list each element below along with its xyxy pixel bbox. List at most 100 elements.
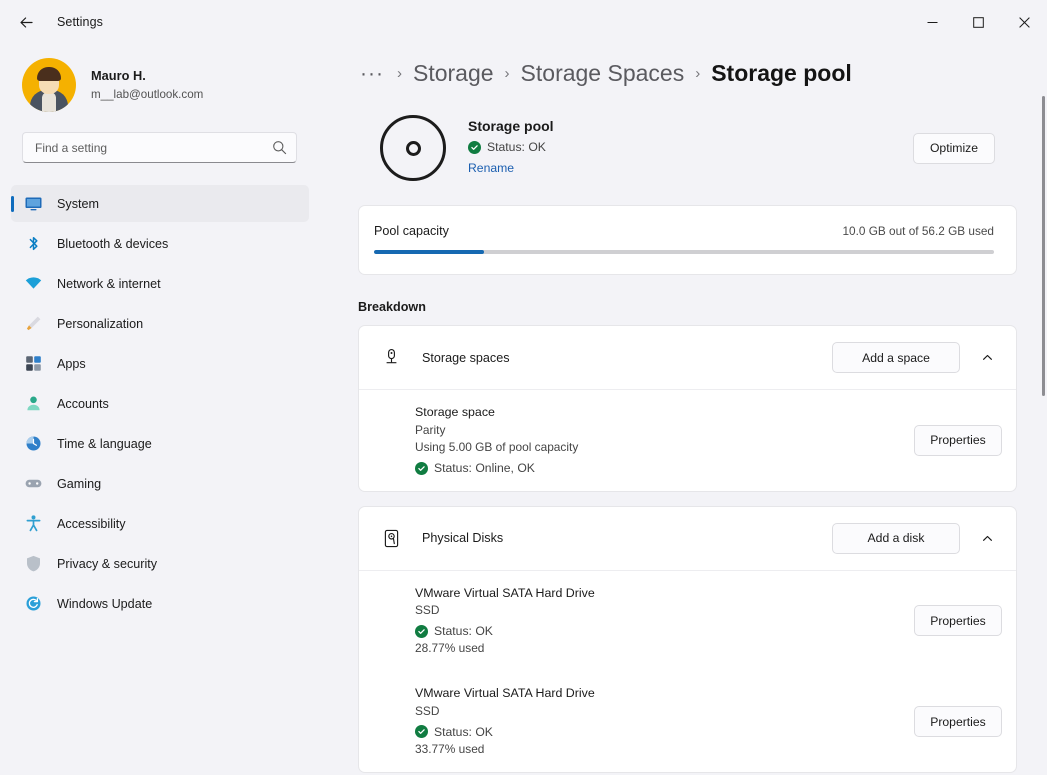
physical-disk-name: VMware Virtual SATA Hard Drive — [415, 684, 914, 703]
sidebar-item-system[interactable]: System — [11, 185, 309, 222]
account-name: Mauro H. — [91, 68, 203, 85]
physical-disk-name: VMware Virtual SATA Hard Drive — [415, 584, 914, 603]
physical-disks-collapse-toggle[interactable] — [972, 523, 1002, 553]
storage-spaces-group: Storage spaces Add a space Storage space — [358, 325, 1017, 492]
sidebar-item-network-internet[interactable]: Network & internet — [11, 265, 309, 302]
storage-space-icon — [379, 346, 403, 370]
sidebar-item-label: Bluetooth & devices — [57, 237, 168, 251]
sidebar-item-label: Windows Update — [57, 597, 152, 611]
sidebar-item-label: System — [57, 197, 99, 211]
status-ok-icon — [415, 462, 428, 475]
window-title: Settings — [57, 15, 103, 29]
breadcrumb-item-storage[interactable]: Storage — [413, 60, 494, 87]
breadcrumb-overflow[interactable]: ··· — [358, 62, 386, 86]
clock-icon — [22, 433, 44, 455]
storage-spaces-title: Storage spaces — [422, 351, 832, 365]
physical-disk-status: Status: OK — [415, 723, 914, 741]
storage-pool-header: Storage pool Status: OK Rename Optimize — [358, 105, 1017, 191]
physical-disk-row: VMware Virtual SATA Hard Drive SSD Statu… — [359, 671, 1016, 772]
sidebar-item-gaming[interactable]: Gaming — [11, 465, 309, 502]
storage-space-status: Status: Online, OK — [415, 459, 914, 477]
close-button[interactable] — [1001, 0, 1047, 44]
chevron-up-icon — [981, 532, 994, 545]
storage-pool-status: Status: OK — [468, 139, 913, 157]
sidebar-item-label: Accessibility — [57, 517, 126, 531]
shield-icon — [22, 553, 44, 575]
chevron-up-icon — [981, 351, 994, 364]
breakdown-heading: Breakdown — [358, 300, 1017, 314]
content-area: ··· › Storage › Storage Spaces › Storage… — [320, 44, 1047, 775]
bluetooth-icon — [22, 233, 44, 255]
status-ok-text: Status: OK — [434, 723, 493, 741]
person-icon — [22, 393, 44, 415]
search-input[interactable] — [35, 141, 272, 155]
physical-disk-properties-button[interactable]: Properties — [914, 706, 1002, 737]
sidebar-item-windows-update[interactable]: Windows Update — [11, 585, 309, 622]
minimize-button[interactable] — [909, 0, 955, 44]
optimize-button[interactable]: Optimize — [913, 133, 995, 164]
sidebar-nav: System Bluetooth & devices — [0, 185, 320, 625]
account-email: m__lab@outlook.com — [91, 87, 203, 102]
pool-capacity-label: Pool capacity — [374, 224, 449, 238]
rename-link[interactable]: Rename — [468, 160, 514, 178]
add-a-space-button[interactable]: Add a space — [832, 342, 960, 373]
physical-disk-row: VMware Virtual SATA Hard Drive SSD Statu… — [359, 571, 1016, 672]
sidebar-item-label: Apps — [57, 357, 86, 371]
status-ok-text: Status: OK — [487, 139, 546, 157]
breadcrumb-item-storage-spaces[interactable]: Storage Spaces — [521, 60, 685, 87]
sidebar-item-accounts[interactable]: Accounts — [11, 385, 309, 422]
storage-space-usage: Using 5.00 GB of pool capacity — [415, 439, 914, 457]
physical-disks-title: Physical Disks — [422, 531, 832, 545]
search-wrapper — [0, 126, 320, 163]
accessibility-icon — [22, 513, 44, 535]
storage-space-row: Storage space Parity Using 5.00 GB of po… — [359, 390, 1016, 491]
sidebar-item-label: Privacy & security — [57, 557, 157, 571]
pool-capacity-progress-fill — [374, 250, 484, 254]
breadcrumb: ··· › Storage › Storage Spaces › Storage… — [358, 44, 1017, 105]
content-scrollbar[interactable] — [1042, 96, 1045, 773]
scrollbar-thumb[interactable] — [1042, 96, 1045, 396]
settings-window: Settings — [0, 0, 1047, 775]
paintbrush-icon — [22, 313, 44, 335]
storage-space-name: Storage space — [415, 403, 914, 422]
storage-space-properties-button[interactable]: Properties — [914, 425, 1002, 456]
sidebar-item-bluetooth-devices[interactable]: Bluetooth & devices — [11, 225, 309, 262]
maximize-button[interactable] — [955, 0, 1001, 44]
avatar — [22, 58, 76, 112]
sidebar-item-label: Accounts — [57, 397, 109, 411]
maximize-icon — [973, 17, 984, 28]
physical-disk-used: 33.77% used — [415, 741, 914, 759]
sidebar-item-apps[interactable]: Apps — [11, 345, 309, 382]
pool-capacity-value: 10.0 GB out of 56.2 GB used — [843, 224, 995, 238]
gamepad-icon — [22, 473, 44, 495]
physical-disk-status: Status: OK — [415, 622, 914, 640]
breadcrumb-current: Storage pool — [711, 60, 852, 87]
storage-spaces-collapse-toggle[interactable] — [972, 343, 1002, 373]
title-bar: Settings — [0, 0, 1047, 44]
account-summary[interactable]: Mauro H. m__lab@outlook.com — [0, 44, 320, 126]
physical-disk-media-type: SSD — [415, 602, 914, 620]
back-arrow-icon — [18, 14, 35, 31]
sidebar-item-accessibility[interactable]: Accessibility — [11, 505, 309, 542]
apps-grid-icon — [22, 353, 44, 375]
sidebar-item-label: Gaming — [57, 477, 101, 491]
physical-disk-media-type: SSD — [415, 703, 914, 721]
back-button[interactable] — [9, 7, 43, 37]
sidebar-item-time-language[interactable]: Time & language — [11, 425, 309, 462]
add-a-disk-button[interactable]: Add a disk — [832, 523, 960, 554]
sidebar-item-privacy-security[interactable]: Privacy & security — [11, 545, 309, 582]
storage-pool-info: Storage pool Status: OK Rename — [468, 116, 913, 179]
search-box[interactable] — [22, 132, 297, 163]
storage-pool-title: Storage pool — [468, 116, 913, 136]
pool-capacity-card: Pool capacity 10.0 GB out of 56.2 GB use… — [358, 205, 1017, 275]
physical-disk-properties-button[interactable]: Properties — [914, 605, 1002, 636]
status-ok-icon — [415, 625, 428, 638]
breadcrumb-separator: › — [397, 65, 402, 82]
update-refresh-icon — [22, 593, 44, 615]
storage-disc-icon — [380, 115, 446, 181]
monitor-icon — [22, 193, 44, 215]
physical-disks-group: Physical Disks Add a disk VMware Virtual… — [358, 506, 1017, 773]
breadcrumb-separator: › — [505, 65, 510, 82]
close-icon — [1019, 17, 1030, 28]
sidebar-item-personalization[interactable]: Personalization — [11, 305, 309, 342]
